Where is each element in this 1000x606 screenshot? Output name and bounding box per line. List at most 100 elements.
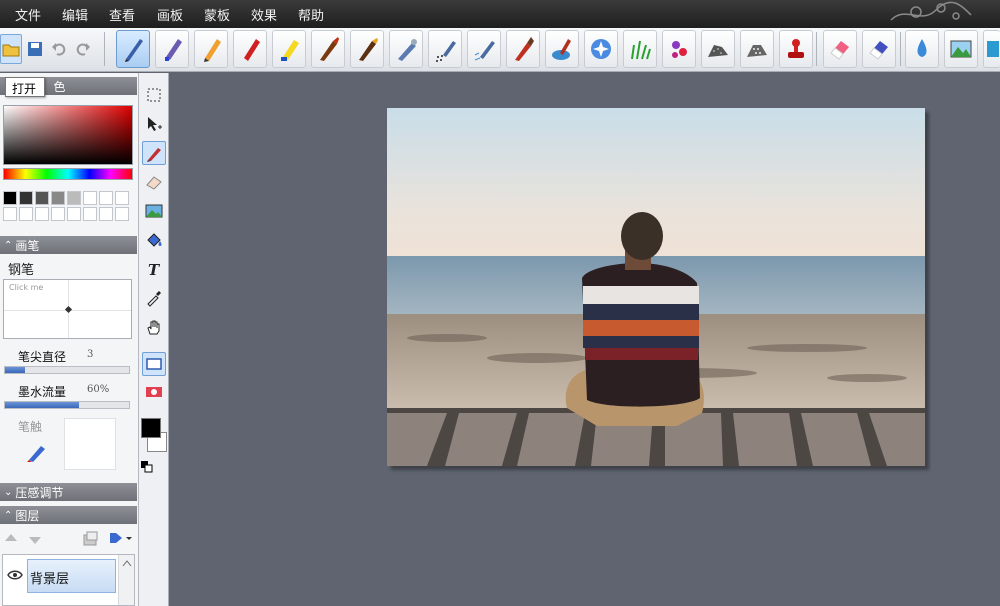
layers-toolbar [0, 528, 137, 550]
undo-button[interactable] [48, 34, 70, 64]
brush-marker[interactable] [155, 30, 189, 68]
ellipse-icon [146, 387, 162, 397]
brush-texture[interactable] [701, 30, 735, 68]
save-button[interactable] [24, 34, 46, 64]
tool-eyedropper[interactable] [142, 286, 166, 310]
tool-ellipse[interactable] [142, 380, 166, 404]
tip-diameter-slider[interactable] [4, 366, 130, 374]
menu-bar: 文件 编辑 查看 画板 蒙板 效果 帮助 [0, 0, 1000, 28]
brush-pattern[interactable] [740, 30, 774, 68]
brush-flower[interactable] [662, 30, 696, 68]
scroll-up-icon[interactable] [122, 559, 132, 567]
floral-ornament-icon [890, 1, 972, 21]
brush-eraser[interactable] [823, 30, 857, 68]
visibility-eye-icon[interactable] [7, 569, 23, 581]
svg-text:T: T [148, 261, 161, 278]
brush-pencil[interactable] [194, 30, 228, 68]
swatch[interactable] [83, 207, 97, 221]
menu-help[interactable]: 帮助 [298, 5, 324, 24]
layer-properties-icon[interactable] [82, 530, 100, 546]
brush-water-drop[interactable] [905, 30, 939, 68]
eyedropper-icon [147, 291, 161, 307]
swatch[interactable] [19, 191, 33, 205]
brush-airbrush[interactable] [389, 30, 423, 68]
brush-highlighter[interactable] [272, 30, 306, 68]
hue-slider[interactable] [3, 168, 133, 180]
brush-spray[interactable] [428, 30, 462, 68]
stamp-icon [788, 39, 804, 58]
swatch[interactable] [67, 191, 81, 205]
menu-file[interactable]: 文件 [15, 5, 41, 24]
swatch[interactable] [51, 191, 65, 205]
brush-flat[interactable] [350, 30, 384, 68]
menu-mask[interactable]: 蒙板 [204, 5, 230, 24]
move-up-icon[interactable] [4, 532, 18, 546]
open-button[interactable] [0, 34, 22, 64]
swatch[interactable] [3, 191, 17, 205]
brush-watercolor[interactable] [545, 30, 579, 68]
undo-icon [52, 43, 66, 56]
brush-fan[interactable] [506, 30, 540, 68]
brush-preview[interactable]: Click me [3, 279, 132, 339]
reset-colors-icon[interactable] [141, 461, 153, 473]
brush-grass[interactable] [623, 30, 657, 68]
menu-edit[interactable]: 编辑 [62, 5, 88, 24]
swatch[interactable] [35, 191, 49, 205]
tool-text[interactable]: T [142, 257, 166, 281]
brush-blur[interactable] [584, 30, 618, 68]
beach-photo [387, 108, 925, 466]
menu-view[interactable]: 查看 [109, 5, 135, 24]
pressure-panel-header[interactable]: ⌄ 压感调节 [0, 483, 137, 501]
swatch[interactable] [99, 207, 113, 221]
pattern-icon [747, 45, 767, 57]
brush-oil[interactable] [311, 30, 345, 68]
layer-menu-icon[interactable] [108, 530, 134, 546]
brush-soft-eraser[interactable] [862, 30, 896, 68]
tool-move[interactable] [142, 112, 166, 136]
ink-flow-slider[interactable] [4, 401, 130, 409]
canvas-image[interactable] [387, 108, 925, 466]
swatch[interactable] [3, 207, 17, 221]
swatch[interactable] [67, 207, 81, 221]
tool-eraser[interactable] [142, 170, 166, 194]
airbrush-icon [398, 39, 417, 61]
redo-button[interactable] [72, 34, 94, 64]
layer-scrollbar[interactable] [118, 555, 134, 605]
landscape-icon [950, 40, 972, 58]
layer-name: 背景层 [30, 572, 70, 587]
menu-canvas[interactable]: 画板 [157, 5, 183, 24]
layers-panel-header[interactable]: ⌃ 图层 [0, 506, 137, 524]
brush-crayon[interactable] [233, 30, 267, 68]
swatch[interactable] [51, 207, 65, 221]
tool-hand[interactable] [142, 315, 166, 339]
brush-splatter[interactable] [467, 30, 501, 68]
foreground-color-swatch[interactable] [141, 418, 161, 438]
brush-pen[interactable] [116, 30, 150, 68]
move-down-icon[interactable] [28, 532, 42, 546]
rectangle-icon [146, 358, 162, 370]
layer-item[interactable]: 背景层 [27, 559, 116, 593]
tool-image[interactable] [142, 199, 166, 223]
swatch[interactable] [35, 207, 49, 221]
tool-brush[interactable] [142, 141, 166, 165]
smudge-brush-icon[interactable] [26, 440, 48, 462]
soft-eraser-icon [869, 41, 888, 60]
swatch[interactable] [115, 207, 129, 221]
grass-icon [631, 40, 651, 60]
swatch[interactable] [83, 191, 97, 205]
tool-rectangle[interactable] [142, 352, 166, 376]
tool-marquee[interactable] [142, 83, 166, 107]
brush-panel-header[interactable]: ⌃ 画笔 [0, 236, 137, 254]
watercolor-icon [552, 39, 571, 60]
brush-more[interactable] [983, 30, 1000, 68]
swatch[interactable] [99, 191, 113, 205]
swatch[interactable] [115, 191, 129, 205]
brush-icon [147, 148, 161, 162]
brush-stamp[interactable] [779, 30, 813, 68]
brush-landscape[interactable] [944, 30, 978, 68]
eraser-icon [146, 176, 162, 190]
tool-fill[interactable] [142, 228, 166, 252]
menu-effects[interactable]: 效果 [251, 5, 277, 24]
swatch[interactable] [19, 207, 33, 221]
color-picker[interactable] [3, 105, 133, 165]
